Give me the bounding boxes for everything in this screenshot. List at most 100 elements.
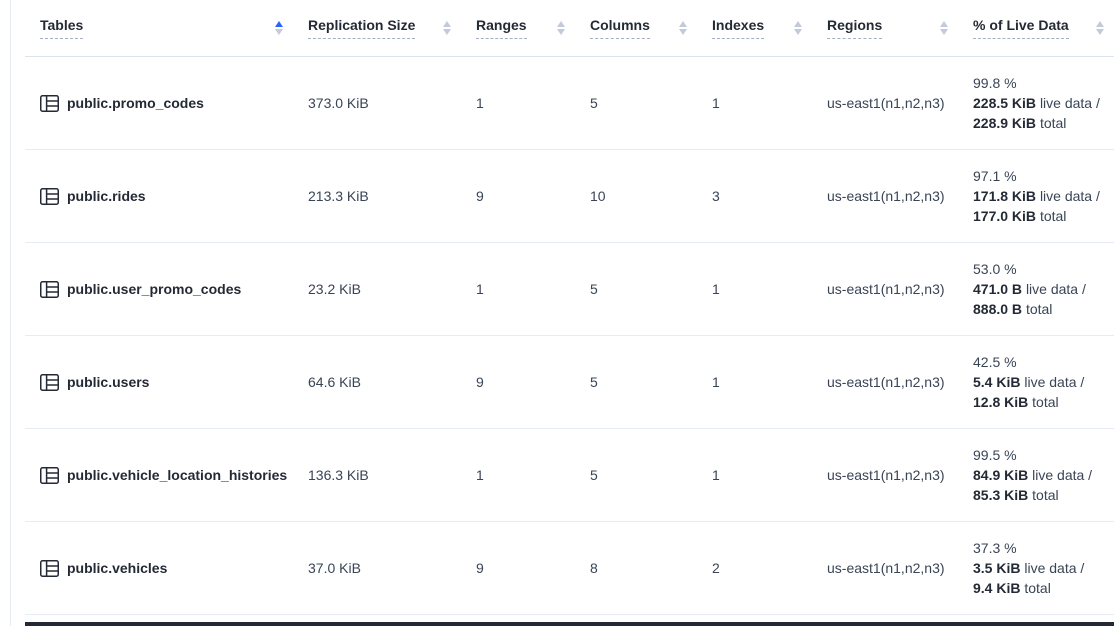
column-header-ranges[interactable]: Ranges [461,0,575,56]
table-header-row: Tables Replication Size Ranges Columns I… [25,0,1114,57]
table-name-link[interactable]: public.users [67,374,149,390]
column-header-label[interactable]: Indexes [712,17,764,39]
table-row[interactable]: public.vehicles 37.0 KiB 9 8 2 us-east1(… [25,522,1114,615]
live-data-percent: 37.3 % [973,538,1017,558]
live-data-cell: 99.5 % 84.9 KiB live data / 85.3 KiB tot… [958,429,1114,521]
ranges-cell: 1 [461,57,575,149]
ranges-cell: 9 [461,150,575,242]
columns-cell: 5 [575,336,697,428]
column-header-label[interactable]: Columns [590,17,650,39]
table-name-cell[interactable]: public.user_promo_codes [25,243,293,335]
ranges-cell: 9 [461,522,575,614]
regions-cell: us-east1(n1,n2,n3) [812,150,958,242]
live-data-cell: 42.5 % 5.4 KiB live data / 12.8 KiB tota… [958,336,1114,428]
table-row[interactable]: public.vehicle_location_histories 136.3 … [25,429,1114,522]
table-name-link[interactable]: public.rides [67,188,146,204]
columns-cell: 5 [575,243,697,335]
column-header-live-data[interactable]: % of Live Data [958,0,1114,56]
table-row[interactable]: public.rides 213.3 KiB 9 10 3 us-east1(n… [25,150,1114,243]
table-name-cell[interactable]: public.vehicle_location_histories [25,429,293,521]
table-name-cell[interactable]: public.promo_codes [25,57,293,149]
total-data-amount: 9.4 KiB total [973,578,1051,598]
indexes-cell: 1 [697,57,812,149]
sort-arrows-icon[interactable] [794,21,802,35]
table-grid-icon [40,281,59,298]
sort-arrows-icon[interactable] [275,21,283,35]
live-data-percent: 53.0 % [973,259,1017,279]
table-grid-icon [40,467,59,484]
columns-cell: 5 [575,429,697,521]
table-row[interactable]: public.promo_codes 373.0 KiB 1 5 1 us-ea… [25,57,1114,150]
table-name-cell[interactable]: public.users [25,336,293,428]
ranges-cell: 1 [461,243,575,335]
sort-arrows-icon[interactable] [443,21,451,35]
live-data-cell: 53.0 % 471.0 B live data / 888.0 B total [958,243,1114,335]
columns-cell: 5 [575,57,697,149]
sort-arrows-icon[interactable] [557,21,565,35]
table-body: public.promo_codes 373.0 KiB 1 5 1 us-ea… [25,57,1114,615]
column-header-label[interactable]: Ranges [476,17,527,39]
indexes-cell: 1 [697,429,812,521]
column-header-indexes[interactable]: Indexes [697,0,812,56]
indexes-cell: 3 [697,150,812,242]
page-left-divider [10,0,11,626]
table-name-link[interactable]: public.promo_codes [67,95,204,111]
column-header-regions[interactable]: Regions [812,0,958,56]
live-data-amount: 3.5 KiB live data / [973,558,1084,578]
table-row[interactable]: public.users 64.6 KiB 9 5 1 us-east1(n1,… [25,336,1114,429]
replication-size-cell: 37.0 KiB [293,522,461,614]
live-data-amount: 471.0 B live data / [973,279,1086,299]
replication-size-cell: 373.0 KiB [293,57,461,149]
table-name-cell[interactable]: public.rides [25,150,293,242]
columns-cell: 8 [575,522,697,614]
replication-size-cell: 23.2 KiB [293,243,461,335]
table-name-link[interactable]: public.vehicles [67,560,167,576]
total-data-amount: 12.8 KiB total [973,392,1059,412]
column-header-columns[interactable]: Columns [575,0,697,56]
ranges-cell: 1 [461,429,575,521]
column-header-replication-size[interactable]: Replication Size [293,0,461,56]
live-data-cell: 97.1 % 171.8 KiB live data / 177.0 KiB t… [958,150,1114,242]
live-data-amount: 171.8 KiB live data / [973,186,1100,206]
column-header-label[interactable]: Regions [827,17,882,39]
database-tables-table: Tables Replication Size Ranges Columns I… [25,0,1114,615]
columns-cell: 10 [575,150,697,242]
indexes-cell: 1 [697,243,812,335]
bottom-clipped-element [25,622,1114,626]
table-grid-icon [40,188,59,205]
live-data-amount: 84.9 KiB live data / [973,465,1092,485]
replication-size-cell: 64.6 KiB [293,336,461,428]
table-name-link[interactable]: public.vehicle_location_histories [67,467,287,483]
table-row[interactable]: public.user_promo_codes 23.2 KiB 1 5 1 u… [25,243,1114,336]
column-header-label[interactable]: Replication Size [308,17,415,39]
regions-cell: us-east1(n1,n2,n3) [812,522,958,614]
total-data-amount: 85.3 KiB total [973,485,1059,505]
table-name-cell[interactable]: public.vehicles [25,522,293,614]
regions-cell: us-east1(n1,n2,n3) [812,57,958,149]
live-data-amount: 5.4 KiB live data / [973,372,1084,392]
indexes-cell: 1 [697,336,812,428]
replication-size-cell: 136.3 KiB [293,429,461,521]
live-data-percent: 99.8 % [973,73,1017,93]
regions-cell: us-east1(n1,n2,n3) [812,429,958,521]
sort-arrows-icon[interactable] [1096,21,1104,35]
table-name-link[interactable]: public.user_promo_codes [67,281,241,297]
ranges-cell: 9 [461,336,575,428]
sort-arrows-icon[interactable] [679,21,687,35]
column-header-label[interactable]: % of Live Data [973,17,1069,39]
column-header-label[interactable]: Tables [40,17,83,39]
live-data-percent: 42.5 % [973,352,1017,372]
total-data-amount: 177.0 KiB total [973,206,1066,226]
live-data-cell: 37.3 % 3.5 KiB live data / 9.4 KiB total [958,522,1114,614]
indexes-cell: 2 [697,522,812,614]
replication-size-cell: 213.3 KiB [293,150,461,242]
table-grid-icon [40,374,59,391]
total-data-amount: 228.9 KiB total [973,113,1066,133]
live-data-cell: 99.8 % 228.5 KiB live data / 228.9 KiB t… [958,57,1114,149]
column-header-tables[interactable]: Tables [25,0,293,56]
live-data-percent: 97.1 % [973,166,1017,186]
live-data-percent: 99.5 % [973,445,1017,465]
sort-arrows-icon[interactable] [940,21,948,35]
table-grid-icon [40,560,59,577]
live-data-amount: 228.5 KiB live data / [973,93,1100,113]
